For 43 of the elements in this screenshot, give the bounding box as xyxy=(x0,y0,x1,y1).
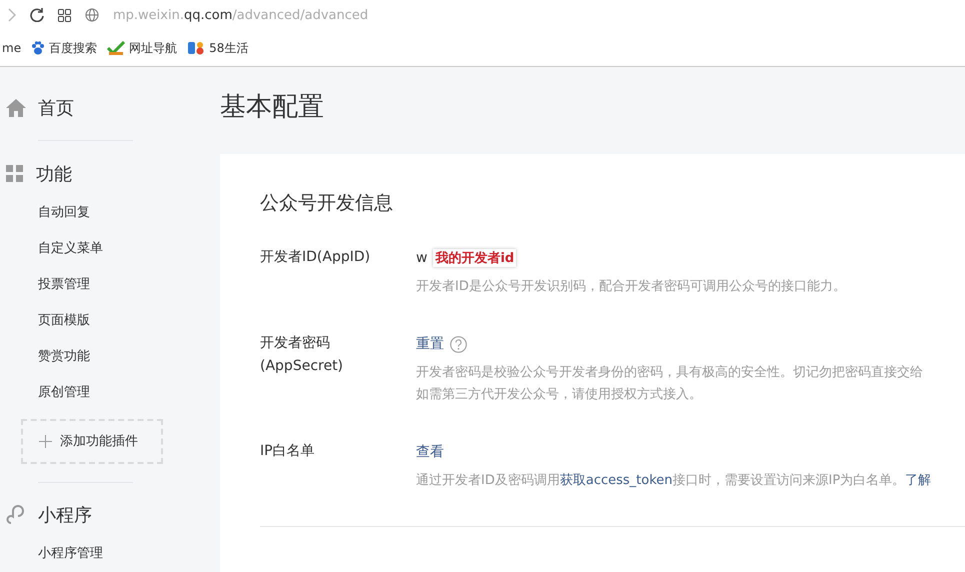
nav-item[interactable]: 原创管理 xyxy=(0,374,200,411)
help-icon[interactable] xyxy=(450,336,467,352)
apps-icon[interactable] xyxy=(58,8,71,22)
field-label: (AppSecret) xyxy=(260,357,344,376)
card-title: 公众号开发信息 xyxy=(260,191,394,216)
field-label: IP白名单 xyxy=(260,442,316,461)
url-text[interactable]: mp.weixin.qq.com/advanced/advanced xyxy=(113,8,368,22)
link-icon xyxy=(6,505,26,526)
bookmark-link[interactable]: 网址导航 xyxy=(129,40,178,56)
bookmark-link[interactable]: me xyxy=(2,41,22,55)
action-link[interactable]: 查看 xyxy=(416,443,444,461)
field-description: 如需第三方代开发公众号，请使用授权方式接入。 xyxy=(416,386,703,404)
nav-section-title[interactable]: 功能 xyxy=(36,162,72,186)
globe-icon xyxy=(85,8,99,22)
field-description: 开发者ID是公众号开发识别码，配合开发者密码可调用公众号的接口能力。 xyxy=(416,278,846,296)
nav-item[interactable]: 页面模版 xyxy=(0,302,200,339)
nav-item[interactable]: 小程序管理 xyxy=(0,536,200,572)
paw-icon xyxy=(31,41,46,55)
nav-section-title[interactable]: 小程序 xyxy=(38,503,92,528)
field-description: 通过开发者ID及密码调用获取access_token接口时，需要设置访问来源IP为白名单。了解 xyxy=(416,472,932,490)
field-description: 开发者密码是校验公众号开发者身份的密码，具有极高的安全性。切记勿把密码直接交给 xyxy=(416,364,923,382)
nav-item[interactable]: 赞赏功能 xyxy=(0,338,200,375)
action-link[interactable]: 重置 xyxy=(416,335,444,353)
logo-icon xyxy=(187,41,206,55)
nav-item[interactable]: 自定义菜单 xyxy=(0,230,200,267)
token-link[interactable]: 获取access_token xyxy=(560,473,673,488)
home-icon xyxy=(6,98,26,117)
check-icon xyxy=(107,41,126,55)
nav-item[interactable]: 自动回复 xyxy=(0,194,200,231)
plus-icon xyxy=(39,434,52,448)
bookmark-link[interactable]: 58生活 xyxy=(209,40,248,56)
learn-more-link[interactable]: 了解 xyxy=(905,473,932,488)
nav-item[interactable]: 投票管理 xyxy=(0,266,200,303)
field-label: 开发者ID(AppID) xyxy=(260,248,372,267)
grid-icon xyxy=(6,165,24,184)
nav-section-title[interactable]: 首页 xyxy=(38,96,74,120)
app-id-value: w xyxy=(416,250,428,266)
page-title: 基本配置 xyxy=(220,91,325,124)
annotation-label: 我的开发者id xyxy=(433,249,516,267)
bookmark-link[interactable]: 百度搜索 xyxy=(49,40,98,56)
reload-icon[interactable] xyxy=(30,8,44,22)
add-plugin-button[interactable]: 添加功能插件 xyxy=(21,418,163,464)
field-label: 开发者密码 xyxy=(260,334,331,353)
